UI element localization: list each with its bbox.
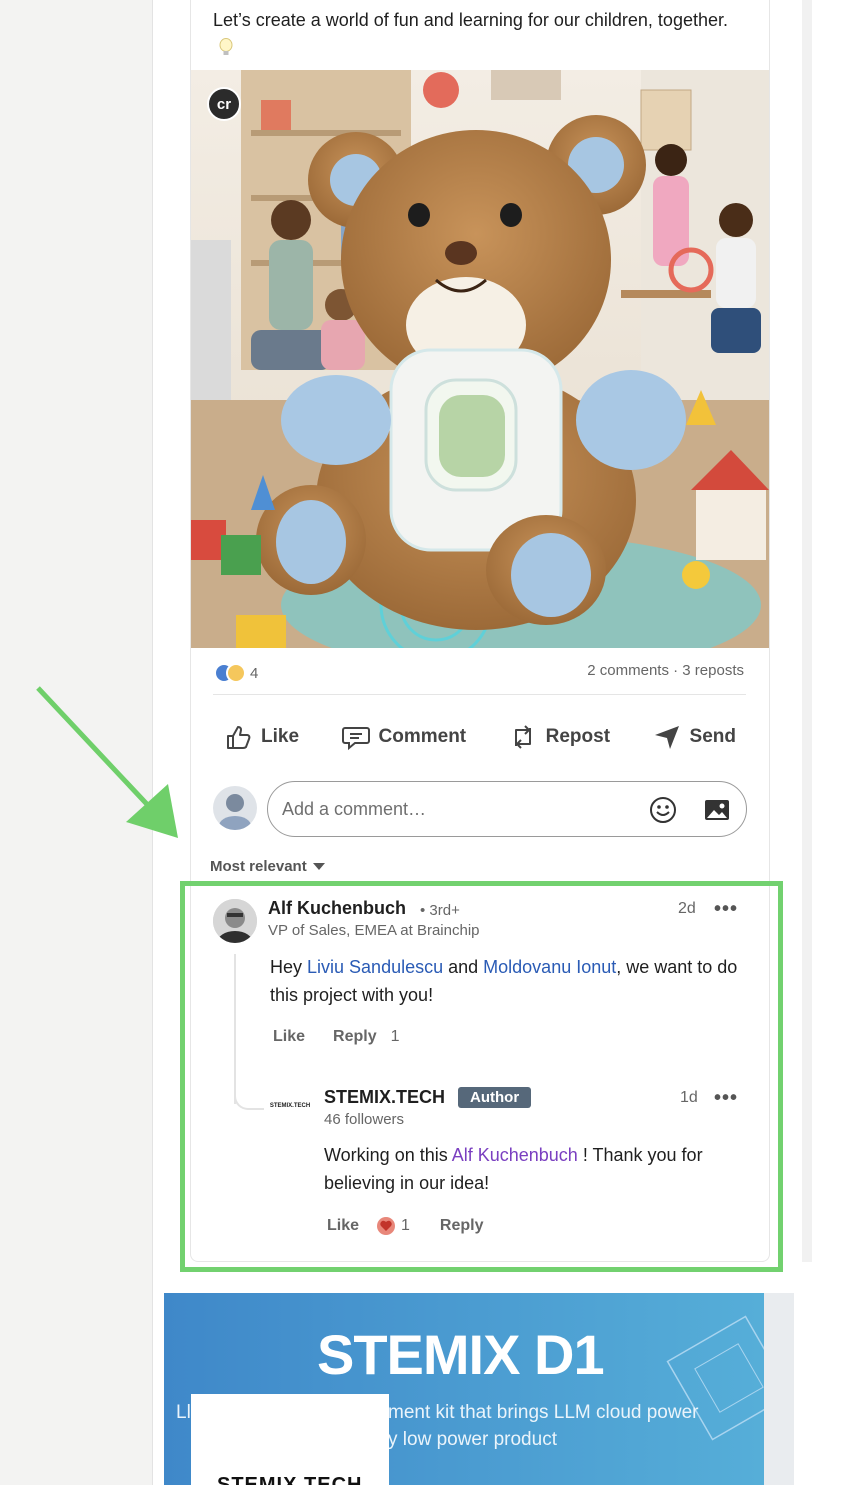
teddy-bear-illustration [191,70,769,648]
author-badge: Author [458,1087,532,1108]
send-label: Send [689,726,736,747]
repost-icon [514,725,531,749]
like-button[interactable]: Like [213,716,309,758]
reply-time: 1d [680,1089,698,1106]
repost-label: Repost [545,726,611,747]
commenter-avatar[interactable] [213,899,257,943]
content-credentials-badge[interactable]: cr [207,87,241,121]
banner-edge [764,1293,794,1485]
banner-subtitle: ment kit that brings LLM cloud power [388,1402,699,1423]
reply-count: 1 [390,1028,400,1045]
comment-actions: Like Reply 1 [273,1028,400,1046]
lightbulb-icon [219,38,233,58]
image-icon[interactable] [702,795,732,825]
comment-time: 2d [678,900,696,917]
reply-actions: Like 1 Reply [327,1217,484,1235]
commenter-headline: VP of Sales, EMEA at Brainchip [268,922,480,939]
highlight-box [180,881,783,1272]
comment-reply-button[interactable]: Reply [333,1028,377,1046]
person-photo [213,899,257,943]
more-options-icon[interactable]: ••• [714,1087,738,1110]
sort-label: Most relevant [210,858,307,875]
reply-text: Working on this Alf Kuchenbuch ! Thank y… [324,1145,703,1193]
comment-box [267,781,747,837]
mention-link[interactable]: Moldovanu Ionut [483,957,616,977]
comment-input[interactable] [282,798,622,820]
commenter-name[interactable]: Alf Kuchenbuch [268,898,406,919]
annotation-arrow [36,686,178,838]
insightful-reaction-icon [226,663,246,683]
reply-like-count: 1 [401,1217,410,1234]
emoji-icon[interactable] [648,795,678,825]
comment-button[interactable]: Comment [331,716,477,758]
send-button[interactable]: Send [642,716,746,758]
banner-title: STEMIX D1 [317,1323,605,1386]
reply-like-button[interactable]: Like [327,1217,359,1235]
love-reaction-icon [377,1217,396,1235]
mention-link[interactable]: Liviu Sandulescu [307,957,443,977]
thumbs-up-icon [227,726,251,749]
caret-down-icon [312,863,325,870]
more-options-icon[interactable]: ••• [714,898,738,921]
reply-author-name[interactable]: STEMIX.TECH [324,1087,445,1108]
connection-degree: • 3rd+ [420,902,460,919]
comment-label: Comment [378,726,467,747]
my-avatar[interactable] [213,786,257,830]
reply-reply-button[interactable]: Reply [440,1217,484,1235]
scroll-gutter [802,0,812,1262]
send-icon [654,726,679,749]
reactions-summary[interactable]: 4 [214,661,258,685]
repost-button[interactable]: Repost [498,716,620,758]
comment-like-button[interactable]: Like [273,1028,305,1046]
banner-logo-text: STEMIX.TECH [217,1474,363,1485]
post-image[interactable] [191,70,769,648]
follower-count: 46 followers [324,1111,405,1128]
comment-icon [341,727,370,751]
thread-line [234,1080,264,1110]
reaction-count: 4 [250,664,259,682]
comment-text: Hey Liviu Sandulescu and Moldovanu Ionut… [270,957,738,1005]
banner-text-fragment: Ll [176,1402,191,1423]
post-text: Let’s create a world of fun and learning… [213,6,733,62]
banner-logo-box [191,1394,389,1485]
post-action-bar: Like Comment Repost Send [213,712,746,762]
company-logo-avatar[interactable]: STEMIX.TECH [267,1088,313,1124]
banner-subtitle: y low power product [388,1429,557,1450]
mention-link[interactable]: Alf Kuchenbuch [452,1145,578,1165]
divider [213,694,746,695]
comments-reposts-count[interactable]: 2 comments · 3 reposts [587,662,744,679]
like-label: Like [261,726,300,747]
person-icon [219,794,251,830]
sort-dropdown[interactable]: Most relevant [210,858,325,875]
